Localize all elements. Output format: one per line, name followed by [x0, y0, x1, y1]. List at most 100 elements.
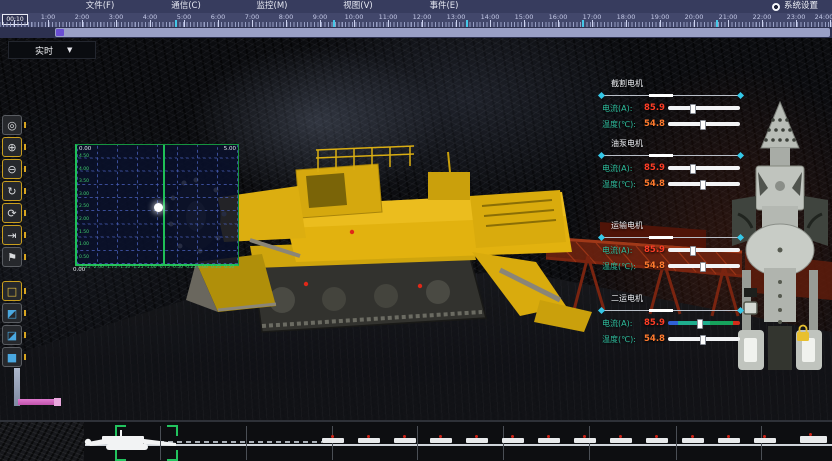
- section-divider: [761, 426, 762, 460]
- active-marker: [24, 332, 26, 338]
- monorail-trolley: [718, 438, 740, 443]
- grid-x-label: 0.25: [211, 265, 221, 270]
- diamond-node-icon: [737, 306, 744, 313]
- monorail-trolley: [466, 438, 488, 443]
- selection-bracket: [115, 425, 126, 436]
- mode-label: 实时: [35, 44, 53, 57]
- grid-y-label: 2.00: [79, 217, 89, 222]
- trolley-status-dot: [367, 435, 370, 438]
- slider-thumb[interactable]: [690, 164, 696, 174]
- grid-top-left-label: 0.00: [79, 146, 91, 152]
- motor-panel-title: 截割电机: [611, 78, 745, 89]
- telemetry-slider[interactable]: [668, 166, 740, 170]
- active-marker: [24, 254, 26, 260]
- grid-x-label: -1.25: [132, 265, 144, 270]
- orbit-icon[interactable]: ⟳: [2, 203, 22, 223]
- menu-item-1[interactable]: 通信(C): [171, 0, 201, 13]
- view-cube-front-icon[interactable]: ◩: [2, 303, 22, 323]
- timeline-ticks: [0, 20, 832, 27]
- axis-x: [18, 399, 54, 405]
- marker-flag-icon[interactable]: ⚑: [2, 247, 22, 267]
- slider-thumb[interactable]: [700, 335, 706, 345]
- mode-dropdown[interactable]: 实时 ▼: [8, 41, 96, 59]
- monorail-trolley: [322, 438, 344, 443]
- active-marker: [24, 288, 26, 294]
- monitoring-app: 文件(F) 通信(C) 监控(M) 视图(V) 事件(E) 系统设置 00:10 1:0…: [0, 0, 832, 461]
- telemetry-value: 85.9: [644, 103, 668, 113]
- pan-icon[interactable]: ⇥: [2, 225, 22, 245]
- motor-panel-2: 运输电机电流(A):85.9温度(℃):54.8: [597, 220, 745, 274]
- grid-y-label: 1.50: [79, 230, 89, 235]
- slider-thumb[interactable]: [690, 246, 696, 256]
- system-settings-button[interactable]: 系统设置: [772, 0, 818, 13]
- motor-panel-title: 运输电机: [611, 220, 745, 231]
- telemetry-slider[interactable]: [668, 248, 740, 252]
- cutting-pattern-grid: 0.00 5.00 0.00 4.504.003.503.002.502.001…: [75, 144, 239, 266]
- slider-thumb[interactable]: [690, 104, 696, 114]
- slider-thumb[interactable]: [697, 319, 703, 329]
- view-cube-iso-icon[interactable]: ■: [2, 347, 22, 367]
- selection-bracket: [167, 450, 178, 461]
- slider-thumb[interactable]: [700, 262, 706, 272]
- grid-y-label: 3.50: [79, 179, 89, 184]
- zoom-out-icon[interactable]: ⊖: [2, 159, 22, 179]
- trolley-status-dot: [403, 435, 406, 438]
- grid-x-label: -0.50: [171, 265, 183, 270]
- monorail-trolley: [682, 438, 704, 443]
- zoom-in-icon[interactable]: ⊕: [2, 137, 22, 157]
- menu-item-4[interactable]: 事件(E): [429, 0, 458, 13]
- telemetry-slider[interactable]: [668, 106, 740, 110]
- telemetry-slider[interactable]: [668, 264, 740, 268]
- telemetry-slider[interactable]: [668, 182, 740, 186]
- active-marker: [24, 354, 26, 360]
- section-divider: [332, 426, 333, 460]
- section-divider: [417, 426, 418, 460]
- scene-3d-viewport[interactable]: 0.00 5.00 0.00 4.504.003.503.002.502.001…: [0, 38, 832, 420]
- telemetry-slider[interactable]: [668, 122, 740, 126]
- event-tick: [333, 20, 335, 27]
- trolley-status-dot: [547, 435, 550, 438]
- panel-connector-line: [597, 306, 745, 315]
- monorail-trolley: [502, 438, 524, 443]
- trolley-status-dot: [809, 433, 812, 436]
- trolley-status-dot: [763, 435, 766, 438]
- active-marker: [24, 166, 26, 172]
- telemetry-row: 温度(℃):54.8: [597, 116, 745, 132]
- grid-top-right-label: 5.00: [224, 146, 236, 152]
- timeline-scrubber-track[interactable]: [55, 28, 830, 37]
- trolley-status-dot: [475, 435, 478, 438]
- telemetry-row: 温度(℃):54.8: [597, 331, 745, 347]
- telemetry-slider[interactable]: [668, 337, 740, 341]
- selection-bracket: [115, 450, 126, 461]
- view-cube-side-icon[interactable]: ◪: [2, 325, 22, 345]
- grid-y-label: 4.00: [79, 167, 89, 172]
- minimap-cable: [150, 441, 322, 443]
- event-tick: [582, 20, 584, 27]
- motor-panel-0: 截割电机电流(A):85.9温度(℃):54.8: [597, 78, 745, 132]
- telemetry-label: 温度(℃):: [602, 261, 644, 272]
- timeline-ruler[interactable]: 00:10 1:002:003:004:005:006:007:008:009:…: [0, 13, 832, 27]
- tunnel-minimap-strip: [0, 420, 832, 461]
- telemetry-value: 85.9: [644, 163, 668, 173]
- telemetry-value: 54.8: [644, 334, 668, 344]
- diamond-node-icon: [737, 233, 744, 240]
- compass-icon[interactable]: ◎: [2, 115, 22, 135]
- menu-item-0[interactable]: 文件(F): [86, 0, 115, 13]
- menu-item-2[interactable]: 监控(M): [257, 0, 288, 13]
- grid-x-label: 0.50: [224, 265, 234, 270]
- rotate-icon[interactable]: ↻: [2, 181, 22, 201]
- view-cube-home-icon[interactable]: □: [2, 281, 22, 301]
- slider-thumb[interactable]: [700, 180, 706, 190]
- grid-y-label: 3.00: [79, 192, 89, 197]
- monorail-trolley: [754, 438, 776, 443]
- telemetry-label: 电流(A):: [602, 163, 644, 174]
- menu-item-3[interactable]: 视图(V): [343, 0, 372, 13]
- slider-thumb[interactable]: [700, 120, 706, 130]
- monorail-end-unit: [800, 436, 827, 443]
- telemetry-slider[interactable]: [668, 321, 740, 325]
- trolley-status-dot: [619, 435, 622, 438]
- monorail-trolley: [430, 438, 452, 443]
- timeline-scrubber-thumb[interactable]: [56, 29, 64, 36]
- telemetry-label: 温度(℃):: [602, 119, 644, 130]
- panel-connector-line: [597, 91, 745, 100]
